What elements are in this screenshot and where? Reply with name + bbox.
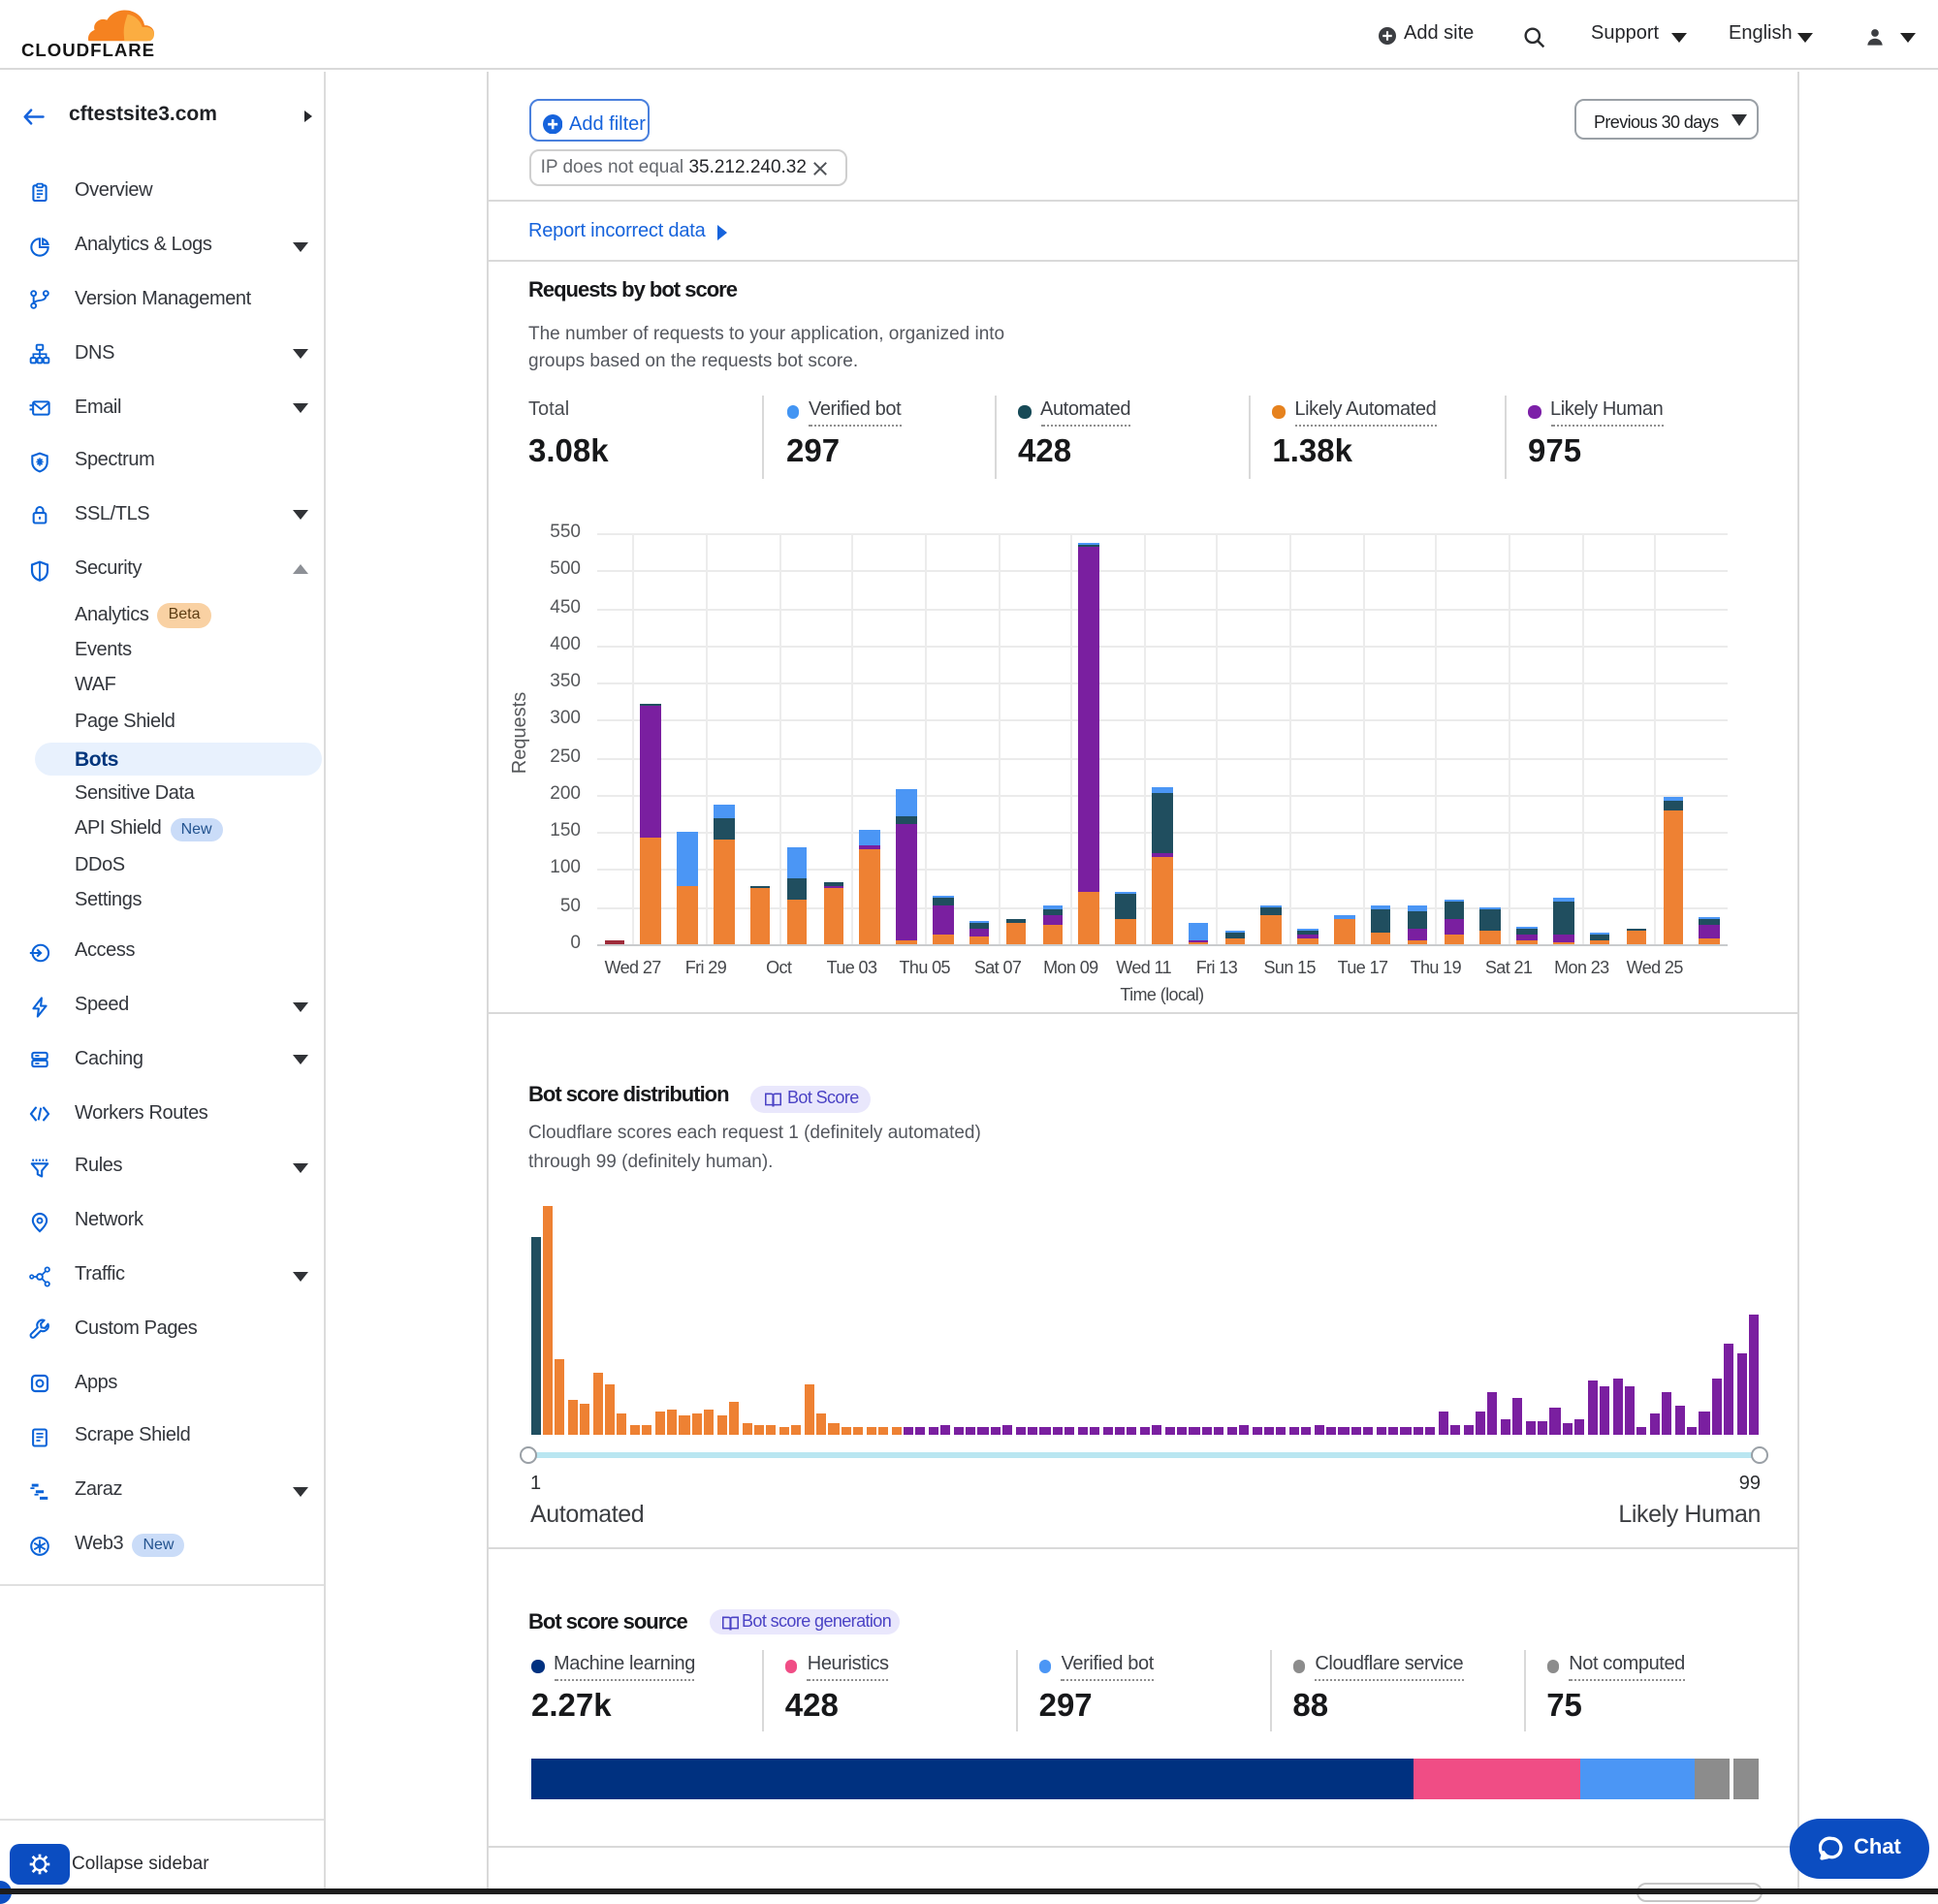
svg-text:CLOUDFLARE: CLOUDFLARE — [20, 40, 154, 60]
